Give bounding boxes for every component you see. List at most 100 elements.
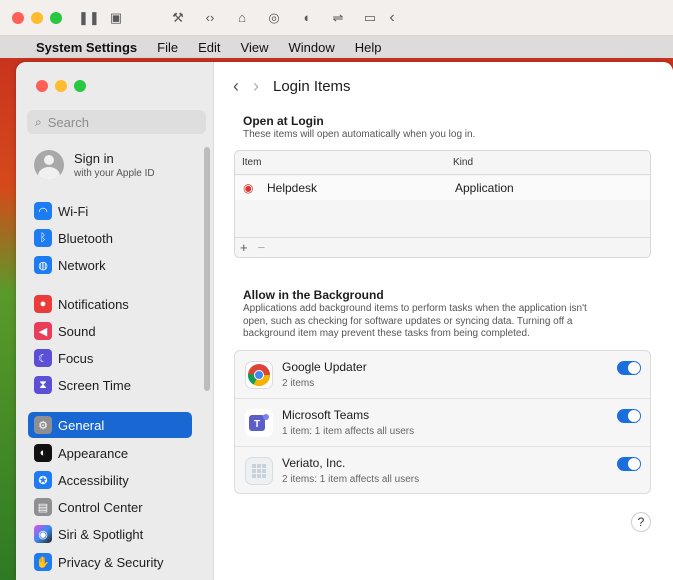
help-button[interactable]: ? bbox=[631, 512, 651, 532]
chevron-left-icon[interactable]: ‹ bbox=[384, 10, 400, 26]
bell-icon: ● bbox=[34, 295, 52, 313]
back-icon[interactable]: ‹ bbox=[233, 76, 239, 97]
wifi-icon: ◠ bbox=[34, 202, 52, 220]
sidebar-item-general[interactable]: ⚙ General bbox=[28, 412, 192, 438]
sidebar-item-label: General bbox=[58, 417, 105, 433]
sidebar-item-sound[interactable]: ◀ Sound bbox=[28, 318, 192, 344]
folder-icon[interactable]: ▭ bbox=[362, 10, 378, 26]
background-desc-line: background item may prevent these tasks … bbox=[243, 328, 530, 339]
search-placeholder: Search bbox=[47, 114, 89, 130]
sidebar-item-privacy[interactable]: ✋ Privacy & Security bbox=[28, 549, 192, 575]
usb-icon[interactable]: ⇌ bbox=[330, 10, 346, 26]
main-pane: ‹ › Login Items Open at Login These item… bbox=[215, 62, 673, 580]
drive-icon[interactable]: ⌂ bbox=[234, 10, 250, 26]
svg-text:T: T bbox=[254, 419, 260, 430]
forward-icon[interactable]: › bbox=[253, 76, 259, 97]
item-name: Microsoft Teams bbox=[282, 408, 370, 422]
add-item-button[interactable]: + bbox=[240, 240, 248, 255]
lock-icon[interactable]: ◎ bbox=[266, 10, 282, 26]
sidebar-item-control-center[interactable]: ▤ Control Center bbox=[28, 494, 192, 520]
list-item: T Microsoft Teams 1 item: 1 item affects… bbox=[235, 399, 650, 447]
row-item-name: Helpdesk bbox=[267, 181, 318, 195]
settings-window: ⌕ Search Sign in with your Apple ID ◠ Wi… bbox=[16, 62, 673, 580]
control-center-icon: ▤ bbox=[34, 498, 52, 516]
open-at-login-desc: These items will open automatically when… bbox=[243, 129, 476, 140]
menu-view[interactable]: View bbox=[241, 40, 269, 55]
sidebar-item-label: Control Center bbox=[58, 499, 143, 515]
vm-toolbar: ❚❚ ▣ ⚒ ‹› ⌂ ◎ ◖ ⇌ ▭ ‹ bbox=[0, 0, 673, 36]
accessibility-icon: ✪ bbox=[34, 471, 52, 489]
helpdesk-app-icon: ◉ bbox=[243, 181, 254, 195]
apple-id-signin[interactable]: Sign in with your Apple ID bbox=[34, 150, 155, 180]
avatar bbox=[34, 150, 64, 180]
column-kind[interactable]: Kind bbox=[453, 157, 473, 168]
code-icon[interactable]: ‹› bbox=[202, 10, 218, 26]
window-minimize-button[interactable] bbox=[55, 80, 67, 92]
appearance-icon: ◐ bbox=[34, 444, 52, 462]
hourglass-icon: ⧗ bbox=[34, 376, 52, 394]
google-chrome-icon bbox=[245, 361, 273, 389]
background-desc: Applications add background items to per… bbox=[243, 303, 587, 341]
list-item: Google Updater 2 items bbox=[235, 351, 650, 399]
veriato-toggle[interactable] bbox=[617, 457, 641, 471]
vm-minimize-button[interactable] bbox=[31, 12, 43, 24]
search-icon: ⌕ bbox=[35, 114, 42, 129]
pause-icon[interactable]: ❚❚ bbox=[78, 10, 100, 26]
header: ‹ › Login Items bbox=[233, 76, 351, 97]
item-detail: 2 items: 1 item affects all users bbox=[282, 474, 420, 485]
search-input[interactable]: ⌕ Search bbox=[27, 110, 206, 134]
login-items-table: Item Kind ◉ Helpdesk Application + − bbox=[234, 150, 651, 258]
sidebar-item-accessibility[interactable]: ✪ Accessibility bbox=[28, 467, 192, 493]
table-row[interactable]: ◉ Helpdesk Application bbox=[235, 176, 650, 200]
sidebar-item-appearance[interactable]: ◐ Appearance bbox=[28, 440, 192, 466]
sidebar-item-network[interactable]: ◍ Network bbox=[28, 252, 192, 278]
sidebar-item-focus[interactable]: ☾ Focus bbox=[28, 345, 192, 371]
list-item: Veriato, Inc. 2 items: 1 item affects al… bbox=[235, 447, 650, 495]
menu-window[interactable]: Window bbox=[288, 40, 334, 55]
sidebar-item-label: Siri & Spotlight bbox=[58, 526, 144, 542]
speaker-icon: ◀ bbox=[34, 322, 52, 340]
item-detail: 2 items bbox=[282, 378, 315, 389]
sidebar-item-label: Accessibility bbox=[58, 472, 129, 488]
menu-app-name[interactable]: System Settings bbox=[36, 40, 137, 55]
sidebar-item-label: Screen Time bbox=[58, 377, 131, 393]
sidebar-scrollbar[interactable] bbox=[204, 147, 210, 391]
sidebar-item-label: Focus bbox=[58, 350, 94, 366]
sidebar-item-label: Bluetooth bbox=[58, 230, 113, 246]
vm-zoom-button[interactable] bbox=[50, 12, 62, 24]
menu-help[interactable]: Help bbox=[355, 40, 382, 55]
remove-item-button[interactable]: − bbox=[258, 240, 266, 255]
sidebar-item-siri[interactable]: ◉ Siri & Spotlight bbox=[28, 521, 192, 547]
sidebar: ⌕ Search Sign in with your Apple ID ◠ Wi… bbox=[16, 62, 214, 580]
volume-icon[interactable]: ◖ bbox=[298, 10, 314, 26]
sidebar-item-screen-time[interactable]: ⧗ Screen Time bbox=[28, 372, 192, 398]
sidebar-item-label: Wi-Fi bbox=[58, 203, 89, 219]
menu-file[interactable]: File bbox=[157, 40, 178, 55]
background-desc-line: Applications add background items to per… bbox=[243, 303, 587, 314]
table-header: Item Kind bbox=[235, 151, 650, 175]
window-close-button[interactable] bbox=[36, 80, 48, 92]
column-item[interactable]: Item bbox=[242, 157, 261, 168]
sidebar-item-label: Privacy & Security bbox=[58, 554, 164, 570]
item-name: Veriato, Inc. bbox=[282, 456, 346, 470]
menu-bar: System Settings File Edit View Window He… bbox=[0, 36, 673, 58]
gear-icon: ⚙ bbox=[34, 416, 52, 434]
veriato-grid-icon bbox=[245, 457, 273, 485]
siri-icon: ◉ bbox=[34, 525, 52, 543]
bluetooth-icon: ᛒ bbox=[34, 229, 52, 247]
sidebar-item-wifi[interactable]: ◠ Wi-Fi bbox=[28, 198, 192, 224]
sidebar-item-bluetooth[interactable]: ᛒ Bluetooth bbox=[28, 225, 192, 251]
google-updater-toggle[interactable] bbox=[617, 361, 641, 375]
sidebar-item-notifications[interactable]: ● Notifications bbox=[28, 291, 192, 317]
vm-close-button[interactable] bbox=[12, 12, 24, 24]
background-desc-line: open, such as checking for software upda… bbox=[243, 315, 573, 327]
window-zoom-button[interactable] bbox=[74, 80, 86, 92]
sidebar-item-label: Appearance bbox=[58, 445, 129, 461]
page-title: Login Items bbox=[273, 78, 351, 95]
wrench-icon[interactable]: ⚒ bbox=[170, 10, 186, 26]
snapshot-icon[interactable]: ▣ bbox=[108, 10, 124, 26]
microsoft-teams-toggle[interactable] bbox=[617, 409, 641, 423]
background-items-list: Google Updater 2 items T Microsoft Teams… bbox=[234, 350, 651, 494]
sidebar-item-label: Sound bbox=[58, 323, 96, 339]
menu-edit[interactable]: Edit bbox=[198, 40, 220, 55]
